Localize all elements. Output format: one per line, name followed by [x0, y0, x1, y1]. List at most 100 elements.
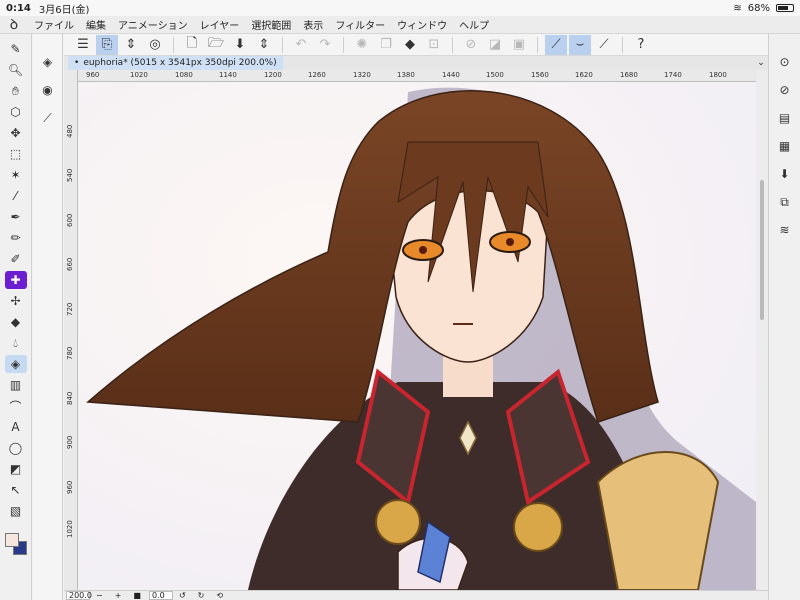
snap-special-ruler-icon[interactable]: ⌣	[569, 34, 591, 55]
status-date: 3月6日(金)	[38, 4, 90, 16]
frame-icon[interactable]: ◩	[5, 460, 27, 478]
stop-icon[interactable]: ■	[133, 591, 141, 600]
menu-selection[interactable]: 選択範囲	[245, 17, 297, 32]
correct-line-icon[interactable]: ↖	[5, 481, 27, 499]
horizontal-ruler: 960 1020 1080 1140 1200 1260 1320 1380 1…	[78, 70, 756, 82]
hruler-label: 1560	[531, 71, 549, 79]
magic-wand-icon[interactable]: ✶	[5, 166, 27, 184]
vruler-label: 480	[66, 124, 74, 138]
save-icon[interactable]: ⬇	[229, 35, 251, 55]
foreground-color-swatch[interactable]	[4, 533, 19, 547]
edit-mode-icon[interactable]: ⎘	[96, 34, 118, 55]
pen-icon[interactable]: ✒	[5, 208, 27, 226]
transform-icon[interactable]: ⊡	[423, 35, 445, 55]
hand-icon[interactable]: ✋︎	[5, 82, 27, 100]
rotate-left-icon[interactable]: ↺	[179, 591, 186, 600]
rotate-right-icon[interactable]: ↻	[198, 591, 205, 600]
angle-input[interactable]: 0.0	[148, 591, 173, 600]
crop-icon[interactable]: ▣	[508, 35, 530, 55]
zoom-input[interactable]: 200.0	[66, 591, 92, 600]
vruler-label: 840	[66, 391, 74, 405]
move-icon[interactable]: ✥	[5, 124, 27, 142]
snap-ruler-icon[interactable]: ⟋	[545, 34, 567, 55]
vruler-label: 600	[66, 213, 74, 227]
fill-icon[interactable]: ◈	[4, 355, 27, 373]
airbrush-icon[interactable]: ✢	[5, 292, 27, 310]
scrollbar-thumb[interactable]	[760, 180, 764, 320]
layer-property-icon[interactable]: ⧉	[774, 192, 796, 212]
invert-selection-icon[interactable]: ◪	[484, 35, 506, 55]
menu-bar: ꝺ ファイル 編集 アニメーション レイヤー 選択範囲 表示 フィルター ウィン…	[0, 16, 800, 34]
sub-tool-close-gap-icon[interactable]: ⟋	[37, 108, 59, 128]
document-tab[interactable]: • euphoria* (5015 x 3541px 350dpi 200.0%…	[68, 56, 283, 70]
menu-help[interactable]: ヘルプ	[453, 17, 495, 32]
hruler-label: 1080	[175, 71, 193, 79]
save-options-icon[interactable]: ⇕	[253, 35, 275, 55]
menu-window[interactable]: ウィンドウ	[391, 17, 453, 32]
drawing-canvas[interactable]	[78, 82, 756, 590]
copy-icon[interactable]: ❐	[375, 35, 397, 55]
status-time: 0:14	[6, 2, 31, 14]
vruler-label: 780	[66, 346, 74, 360]
brush-small-icon[interactable]: ✎	[5, 40, 27, 58]
fill-selection-icon[interactable]: ◆	[399, 35, 421, 55]
clip-studio-icon[interactable]: ◎	[144, 35, 166, 55]
new-file-icon[interactable]: 🗋︎	[181, 35, 203, 55]
figure-icon[interactable]: ⌒	[5, 397, 27, 415]
hruler-label: 1440	[442, 71, 460, 79]
material-icon[interactable]: ⬇	[774, 164, 796, 184]
menu-layer[interactable]: レイヤー	[194, 17, 246, 32]
menu-animation[interactable]: アニメーション	[112, 17, 194, 32]
reset-rotation-icon[interactable]: ⟲	[216, 591, 223, 600]
app-logo-icon[interactable]: ꝺ	[0, 15, 28, 34]
hamburger-menu-icon[interactable]: ☰	[72, 35, 94, 55]
text-icon[interactable]: A	[5, 418, 27, 436]
open-folder-icon[interactable]: 🗁︎	[205, 35, 227, 55]
vruler-label: 660	[66, 257, 74, 271]
hruler-label: 1740	[664, 71, 682, 79]
sub-tool-fill-layer-icon[interactable]: ◉	[37, 80, 59, 100]
zoom-out-button[interactable]: −	[96, 591, 103, 600]
layers-icon[interactable]: ≋	[774, 220, 796, 240]
menu-view[interactable]: 表示	[297, 17, 329, 32]
undo-icon[interactable]: ↶	[290, 35, 312, 55]
sub-tool-detail-icon[interactable]: ⊘	[774, 80, 796, 100]
object-icon[interactable]: ⬡	[5, 103, 27, 121]
color-swatches[interactable]	[3, 531, 29, 557]
help-icon[interactable]: ?	[630, 35, 652, 55]
marquee-icon[interactable]: ⬚	[5, 145, 27, 163]
deselect-icon[interactable]: ⊘	[460, 35, 482, 55]
gradient-icon[interactable]: ▥	[5, 376, 27, 394]
tool-property-icon[interactable]: ▤	[774, 108, 796, 128]
battery-percent: 68%	[747, 2, 770, 14]
brush-icon[interactable]: ✐	[5, 250, 27, 268]
sub-tool-fill-icon[interactable]: ◈	[37, 52, 59, 72]
eraser-icon[interactable]: ◆	[5, 313, 27, 331]
vertical-scrollbar[interactable]	[756, 70, 768, 590]
color-icon[interactable]: ▧	[5, 502, 27, 520]
vruler-label: 720	[66, 302, 74, 316]
status-bar: 0:14 3月6日(金) ≋ 68%	[0, 0, 800, 16]
eyedropper-icon[interactable]: ⁄	[5, 187, 27, 205]
clear-icon[interactable]: ✺	[351, 35, 373, 55]
zoom-icon[interactable]: 🔍︎	[5, 61, 27, 79]
chevron-updown-icon[interactable]: ⇕	[120, 35, 142, 55]
tool-palette: ✎ 🔍︎ ✋︎ ⬡ ✥ ⬚ ✶ ⁄ ✒ ✏ ✐ ✚ ✢ ◆ 💧︎ ◈ ▥ ⌒ A…	[0, 34, 32, 600]
decoration-icon[interactable]: ✚	[4, 271, 27, 289]
color-set-icon[interactable]: ▦	[774, 136, 796, 156]
snap-grid-icon[interactable]: ⟋	[593, 35, 615, 55]
status-right: ≋ 68%	[733, 3, 794, 14]
redo-icon[interactable]: ↷	[314, 35, 336, 55]
pencil-icon[interactable]: ✏	[5, 229, 27, 247]
gear-right	[513, 502, 563, 552]
blend-icon[interactable]: 💧︎	[5, 334, 27, 352]
menu-filter[interactable]: フィルター	[329, 17, 391, 32]
hruler-label: 1380	[397, 71, 415, 79]
zoom-in-button[interactable]: +	[115, 591, 122, 600]
document-tab-bar: • euphoria* (5015 x 3541px 350dpi 200.0%…	[64, 56, 768, 70]
menu-edit[interactable]: 編集	[80, 17, 112, 32]
balloon-icon[interactable]: ◯	[5, 439, 27, 457]
menu-file[interactable]: ファイル	[28, 17, 80, 32]
chevron-down-icon[interactable]: ⌄	[754, 58, 768, 68]
navigator-icon[interactable]: ⊙	[774, 52, 796, 72]
